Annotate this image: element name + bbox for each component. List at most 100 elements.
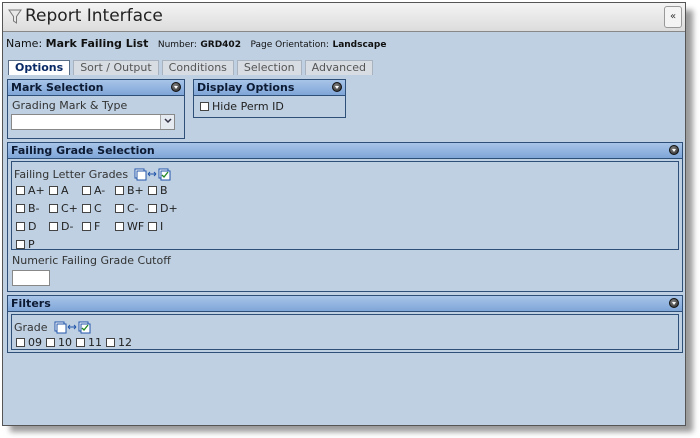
- chevron-down-icon: [163, 118, 172, 124]
- numeric-cutoff-label: Numeric Failing Grade Cutoff: [12, 254, 171, 267]
- letter-grade-label: B-: [28, 202, 40, 215]
- grade-level-option[interactable]: 10: [46, 336, 72, 349]
- report-interface-window: Report Interface « Name: Mark Failing Li…: [2, 2, 686, 426]
- letter-grade-checkbox[interactable]: [49, 186, 58, 195]
- hide-perm-id-option[interactable]: Hide Perm ID: [200, 100, 284, 113]
- title-bar: Report Interface «: [3, 3, 685, 32]
- letter-grade-option[interactable]: D: [16, 220, 49, 233]
- collapse-toggle-icon[interactable]: [332, 82, 342, 92]
- letter-grade-checkbox[interactable]: [148, 204, 157, 213]
- grade-level-label: 09: [28, 336, 42, 349]
- letter-grade-option[interactable]: A-: [82, 184, 115, 197]
- letter-grade-option[interactable]: C+: [49, 202, 82, 215]
- letter-grade-option[interactable]: A: [49, 184, 82, 197]
- letter-grade-checkbox[interactable]: [82, 186, 91, 195]
- grade-filter-checkboxes: 09 10 11 12: [16, 336, 132, 349]
- grade-filter-label: Grade: [14, 321, 48, 334]
- collapse-toggle-icon[interactable]: [669, 298, 679, 308]
- letter-grade-option[interactable]: I: [148, 220, 181, 233]
- letter-grade-checkbox[interactable]: [115, 222, 124, 231]
- letter-grade-checkbox[interactable]: [148, 186, 157, 195]
- letter-grade-option[interactable]: B+: [115, 184, 148, 197]
- grade-level-option[interactable]: 11: [76, 336, 102, 349]
- funnel-icon: [8, 9, 22, 24]
- tab-options[interactable]: Options: [8, 60, 71, 75]
- letter-grade-option[interactable]: B: [148, 184, 181, 197]
- orientation-label: Page Orientation:: [250, 40, 329, 50]
- double-chevron-left-icon: «: [669, 11, 677, 22]
- grade-level-checkbox[interactable]: [46, 338, 55, 347]
- grade-level-checkbox[interactable]: [76, 338, 85, 347]
- letter-grade-checkbox[interactable]: [16, 204, 25, 213]
- letter-grade-checkbox[interactable]: [82, 222, 91, 231]
- number-value: GRD402: [200, 40, 241, 50]
- letter-grade-checkbox[interactable]: [16, 240, 25, 249]
- tab-strip: Options Sort / Output Conditions Selecti…: [8, 60, 376, 75]
- letter-grade-option[interactable]: P: [16, 238, 49, 251]
- collapse-toggle-icon[interactable]: [171, 82, 181, 92]
- grade-level-checkbox[interactable]: [106, 338, 115, 347]
- letter-grade-checkbox[interactable]: [49, 222, 58, 231]
- select-arrow[interactable]: [160, 115, 174, 129]
- letter-grade-label: D: [28, 220, 37, 233]
- letter-grade-label: C: [94, 202, 102, 215]
- letter-grade-checkbox[interactable]: [148, 222, 157, 231]
- letter-grade-option[interactable]: D-: [49, 220, 82, 233]
- tab-conditions[interactable]: Conditions: [161, 60, 234, 75]
- tab-advanced[interactable]: Advanced: [304, 60, 373, 75]
- failing-grade-header: Failing Grade Selection: [8, 143, 682, 159]
- orientation-value: Landscape: [332, 40, 387, 50]
- letter-grade-label: I: [160, 220, 164, 233]
- letter-grade-label: A+: [28, 184, 45, 197]
- grading-mark-select[interactable]: [11, 114, 175, 130]
- numeric-cutoff-input[interactable]: [12, 270, 50, 286]
- failing-letter-grades-row: Failing Letter Grades: [14, 163, 172, 182]
- letter-grade-checkbox[interactable]: [115, 186, 124, 195]
- letter-grade-label: F: [94, 220, 101, 233]
- name-value: Mark Failing List: [45, 37, 149, 50]
- grade-level-checkbox[interactable]: [16, 338, 25, 347]
- mark-selection-title: Mark Selection: [11, 81, 104, 94]
- letter-grade-label: A-: [94, 184, 106, 197]
- report-namebar: Name: Mark Failing List Number: GRD402 P…: [6, 37, 392, 50]
- failing-grade-title: Failing Grade Selection: [11, 144, 155, 157]
- mark-selection-header: Mark Selection: [8, 80, 184, 96]
- hide-perm-id-checkbox[interactable]: [200, 102, 209, 111]
- failing-letter-grades-box: Failing Letter Grades A+ A A- B+ B B- C+ C C- D+ D…: [11, 161, 679, 251]
- tab-sort-output[interactable]: Sort / Output: [73, 60, 159, 75]
- display-options-title: Display Options: [197, 81, 295, 94]
- grade-level-option[interactable]: 09: [16, 336, 42, 349]
- letter-grade-option[interactable]: B-: [16, 202, 49, 215]
- letter-grade-option[interactable]: F: [82, 220, 115, 233]
- letter-grade-checkbox[interactable]: [16, 222, 25, 231]
- failing-grade-selection-panel: Failing Grade Selection Failing Letter G…: [7, 142, 683, 292]
- grading-mark-label: Grading Mark & Type: [12, 99, 128, 112]
- letter-grade-grid: A+ A A- B+ B B- C+ C C- D+ D D- F WF I P: [16, 184, 181, 251]
- filters-header: Filters: [8, 296, 682, 312]
- select-all-toggle-icon[interactable]: [134, 167, 172, 181]
- letter-grade-checkbox[interactable]: [16, 186, 25, 195]
- grade-level-label: 10: [58, 336, 72, 349]
- collapse-toggle-icon[interactable]: [669, 145, 679, 155]
- letter-grade-label: C-: [127, 202, 139, 215]
- name-label: Name:: [6, 37, 43, 50]
- letter-grade-option[interactable]: A+: [16, 184, 49, 197]
- letter-grade-label: B+: [127, 184, 144, 197]
- grade-level-label: 12: [118, 336, 132, 349]
- letter-grade-label: D-: [61, 220, 74, 233]
- collapse-button[interactable]: «: [664, 6, 682, 28]
- grade-level-option[interactable]: 12: [106, 336, 132, 349]
- select-all-toggle-icon[interactable]: [54, 320, 92, 334]
- hide-perm-id-label: Hide Perm ID: [212, 100, 284, 113]
- letter-grade-option[interactable]: C-: [115, 202, 148, 215]
- letter-grade-option[interactable]: C: [82, 202, 115, 215]
- tab-selection[interactable]: Selection: [236, 60, 302, 75]
- letter-grade-checkbox[interactable]: [49, 204, 58, 213]
- grade-filter-row: Grade: [14, 316, 92, 335]
- letter-grade-option[interactable]: WF: [115, 220, 148, 233]
- letter-grade-checkbox[interactable]: [115, 204, 124, 213]
- letter-grade-option[interactable]: D+: [148, 202, 181, 215]
- filters-title: Filters: [11, 297, 51, 310]
- letter-grade-label: A: [61, 184, 69, 197]
- letter-grade-checkbox[interactable]: [82, 204, 91, 213]
